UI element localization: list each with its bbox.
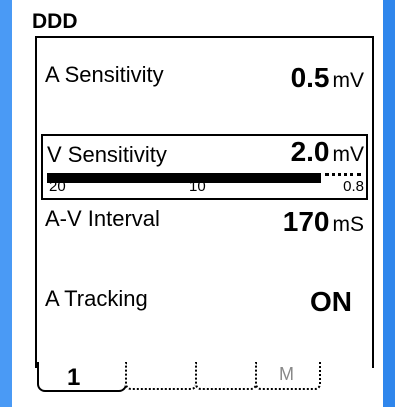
tab-m-label: M — [279, 364, 294, 384]
parameter-box: A Sensitivity 0.5 mV V Sensitivity 2.0 mV … — [35, 36, 374, 368]
a-sensitivity-label: A Sensitivity — [45, 62, 164, 87]
tab-3[interactable] — [195, 362, 257, 390]
av-interval-value: 170 mS — [282, 206, 365, 237]
window-frame-left — [0, 0, 12, 407]
v-sensitivity-slider-bar[interactable] — [47, 173, 321, 183]
v-sensitivity-value: 2.0 mV — [290, 136, 365, 167]
settings-panel: DDD A Sensitivity 0.5 mV V Sensitivity 2.… — [12, 0, 383, 407]
a-tracking-label: A Tracking — [45, 286, 148, 311]
scale-min-label: 20 — [49, 178, 66, 195]
av-interval-label: A-V Interval — [45, 206, 160, 231]
v-sensitivity-unit: mV — [332, 143, 365, 166]
tab-1-label: 1 — [67, 364, 81, 391]
mode-title: DDD — [32, 10, 78, 33]
a-sensitivity-unit: mV — [332, 69, 365, 92]
tab-2[interactable] — [125, 362, 197, 390]
window-frame-right — [383, 0, 395, 407]
v-sensitivity-label: V Sensitivity — [47, 142, 167, 167]
tab-m[interactable]: M — [255, 362, 321, 390]
av-interval-unit: mS — [332, 213, 365, 236]
page-tabs: 1 M — [37, 362, 357, 398]
tab-1[interactable]: 1 — [37, 362, 127, 392]
a-sensitivity-value: 0.5 mV — [290, 62, 365, 93]
row-v-sensitivity-selected[interactable]: V Sensitivity 2.0 mV 20 10 0.8 — [41, 134, 368, 200]
a-tracking-value: ON — [310, 286, 352, 317]
scale-max-label: 0.8 — [343, 178, 364, 195]
scale-mid-label: 10 — [189, 178, 206, 195]
v-sensitivity-slider-remaining — [325, 173, 361, 176]
